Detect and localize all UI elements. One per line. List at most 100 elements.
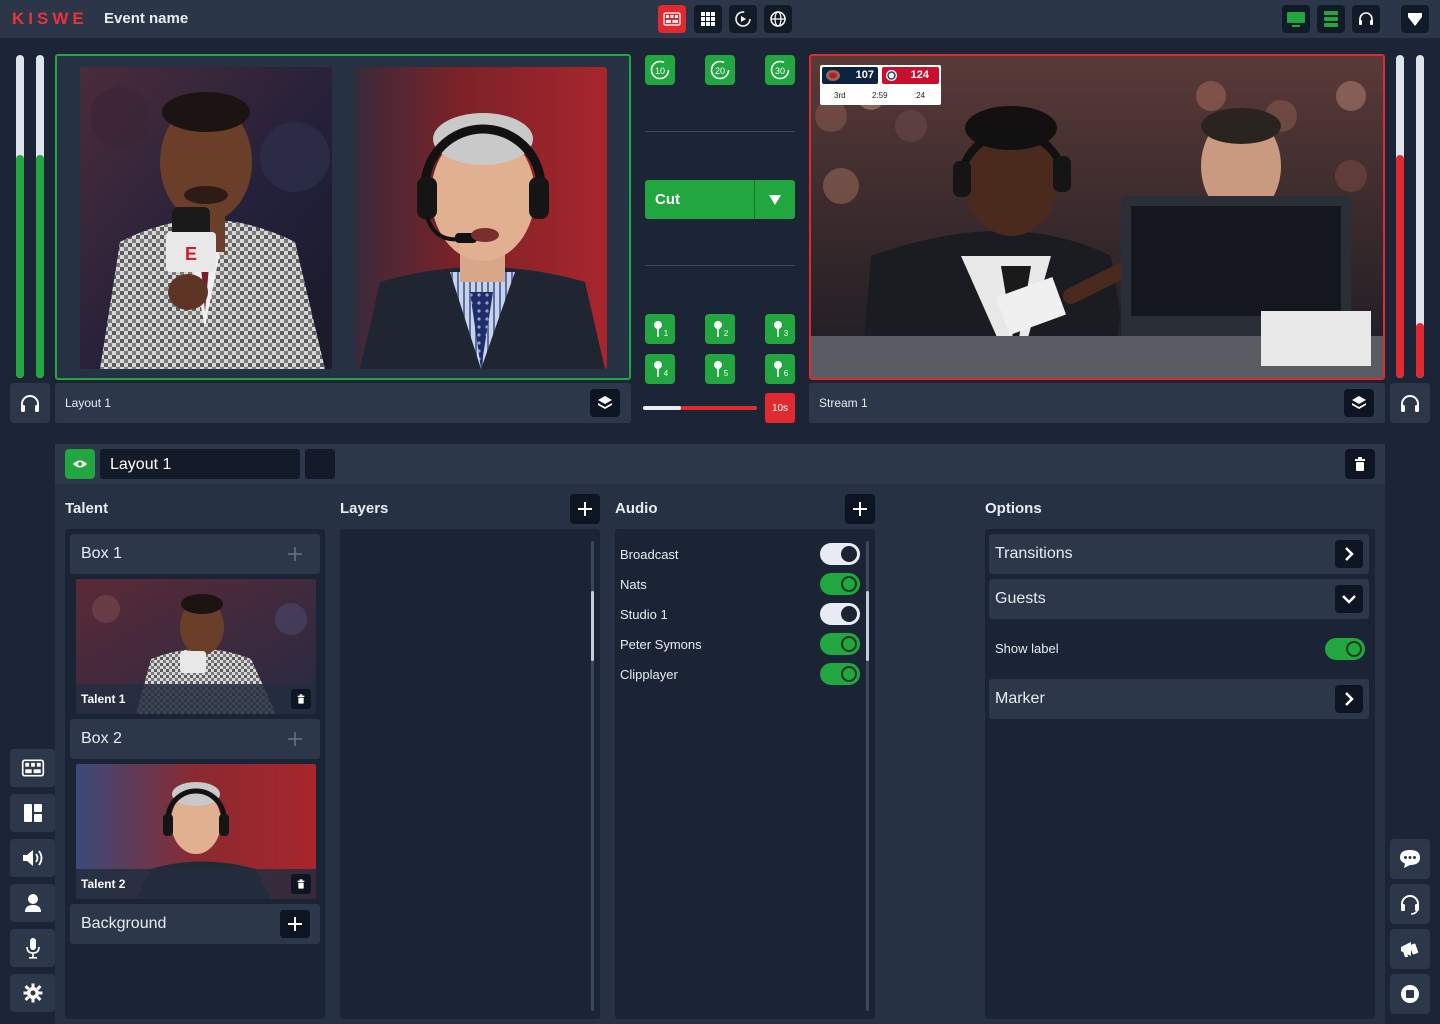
audio-toggle-studio-1[interactable] <box>820 603 860 625</box>
layout-icon <box>23 804 42 822</box>
headset-icon <box>1359 12 1373 25</box>
toggle-knob <box>841 576 857 592</box>
record-button[interactable] <box>1390 974 1430 1014</box>
sidebar-multiview-button[interactable] <box>10 749 55 787</box>
layout-visibility-button[interactable] <box>65 449 95 479</box>
chevron-right-icon <box>1345 692 1354 706</box>
marker-6-button[interactable]: 6 <box>765 354 795 384</box>
kiswe-logo: KISWE <box>12 9 88 28</box>
cut-button[interactable]: Cut <box>645 180 795 219</box>
guests-collapse-button[interactable] <box>1335 585 1363 613</box>
person-icon <box>24 894 41 912</box>
background-label: Background <box>81 915 167 932</box>
layout-color-swatch[interactable] <box>305 449 335 479</box>
talent-2-caption: Talent 2 <box>76 869 316 899</box>
shield-button[interactable] <box>1401 5 1429 33</box>
audio-label-peter-symons: Peter Symons <box>620 637 702 652</box>
marker-4-button[interactable]: 4 <box>645 354 675 384</box>
audio-toggle-peter-symons[interactable] <box>820 633 860 655</box>
sidebar-audio-button[interactable] <box>10 839 55 877</box>
headset-button[interactable] <box>1352 5 1380 33</box>
replay-button[interactable] <box>729 5 757 33</box>
box-2-add-button[interactable] <box>280 725 310 753</box>
audio-toggle-broadcast[interactable] <box>820 543 860 565</box>
cut-dropdown-button[interactable] <box>755 180 795 219</box>
pin-icon: 3 <box>774 321 789 338</box>
intercom-button[interactable] <box>1390 884 1430 924</box>
replay-10-button[interactable]: 10 <box>645 55 675 85</box>
talent-1-thumbnail[interactable]: Talent 1 <box>76 579 316 714</box>
vu-level-right-b <box>1416 323 1424 378</box>
background-row[interactable]: Background <box>70 904 320 944</box>
marker-label: Marker <box>995 690 1045 707</box>
marker-3-button[interactable]: 3 <box>765 314 795 344</box>
add-audio-button[interactable] <box>845 494 875 524</box>
layout-name-input[interactable]: Layout 1 <box>100 449 300 479</box>
talent-2-thumbnail[interactable]: Talent 2 <box>76 764 316 899</box>
program-monitor[interactable]: 107 124 3rd 2:59 :24 <box>809 54 1385 380</box>
box-2-row[interactable]: Box 2 <box>70 719 320 759</box>
transition-progress-bar[interactable] <box>643 406 757 410</box>
marker-2-button[interactable]: 2 <box>705 314 735 344</box>
home-team-block: 124 <box>882 67 939 84</box>
chat-button[interactable] <box>1390 839 1430 879</box>
audio-scrollbar[interactable] <box>866 541 869 1011</box>
grid-button[interactable] <box>694 5 722 33</box>
marker-2-label: 2 <box>724 329 729 338</box>
layers-icon <box>598 396 612 409</box>
replay-20-button[interactable]: 20 <box>705 55 735 85</box>
trash-icon <box>297 694 305 704</box>
show-label-toggle[interactable] <box>1325 638 1365 660</box>
program-layers-button[interactable] <box>1344 389 1374 417</box>
chat-icon <box>1400 850 1420 868</box>
delete-layout-button[interactable] <box>1345 449 1375 479</box>
preview-headphones-button[interactable] <box>10 383 50 423</box>
talent-1-delete-button[interactable] <box>291 689 311 709</box>
sidebar-settings-button[interactable] <box>10 974 55 1012</box>
marker-1-button[interactable]: 1 <box>645 314 675 344</box>
divider <box>645 265 795 266</box>
marker-5-button[interactable]: 5 <box>705 354 735 384</box>
sidebar-microphone-button[interactable] <box>10 929 55 967</box>
chevron-down-icon <box>769 194 781 205</box>
options-section-title: Options <box>985 500 1042 517</box>
countdown-badge[interactable]: 10s <box>765 393 795 423</box>
audio-label-broadcast: Broadcast <box>620 547 679 562</box>
monitor-button[interactable] <box>1282 5 1310 33</box>
marker-5-label: 5 <box>724 369 729 378</box>
sidebar-talent-button[interactable] <box>10 884 55 922</box>
audio-scroll-thumb[interactable] <box>866 591 869 661</box>
vu-level-right-a <box>1396 155 1404 378</box>
cut-label: Cut <box>655 191 680 208</box>
box-1-add-button[interactable] <box>280 540 310 568</box>
server-button[interactable] <box>1317 5 1345 33</box>
marker-expand-button[interactable] <box>1335 685 1363 713</box>
talent-2-label: Talent 2 <box>81 877 126 891</box>
program-headphones-button[interactable] <box>1390 383 1430 423</box>
marker-row[interactable]: Marker <box>989 679 1369 719</box>
guests-row[interactable]: Guests <box>989 579 1369 619</box>
audio-toggle-clipplayer[interactable] <box>820 663 860 685</box>
audio-toggle-nats[interactable] <box>820 573 860 595</box>
box-1-row[interactable]: Box 1 <box>70 534 320 574</box>
preview-layers-button[interactable] <box>590 389 620 417</box>
background-add-button[interactable] <box>280 910 310 938</box>
toggle-knob <box>1346 641 1362 657</box>
add-layer-button[interactable] <box>570 494 600 524</box>
talent-2-delete-button[interactable] <box>291 874 311 894</box>
transitions-expand-button[interactable] <box>1335 540 1363 568</box>
globe-button[interactable] <box>764 5 792 33</box>
divider <box>645 131 795 132</box>
layers-scrollbar[interactable] <box>591 541 594 1011</box>
replay-30-button[interactable]: 30 <box>765 55 795 85</box>
pin-icon: 5 <box>714 361 729 378</box>
event-name: Event name <box>104 10 189 27</box>
sidebar-layout-button[interactable] <box>10 794 55 832</box>
monitor-icon <box>1287 12 1305 27</box>
announce-button[interactable] <box>1390 929 1430 969</box>
transitions-row[interactable]: Transitions <box>989 534 1369 574</box>
replay-icon <box>735 11 751 27</box>
layers-scroll-thumb[interactable] <box>591 591 594 661</box>
preview-monitor[interactable]: E <box>55 54 631 380</box>
multiview-button[interactable] <box>658 5 686 33</box>
